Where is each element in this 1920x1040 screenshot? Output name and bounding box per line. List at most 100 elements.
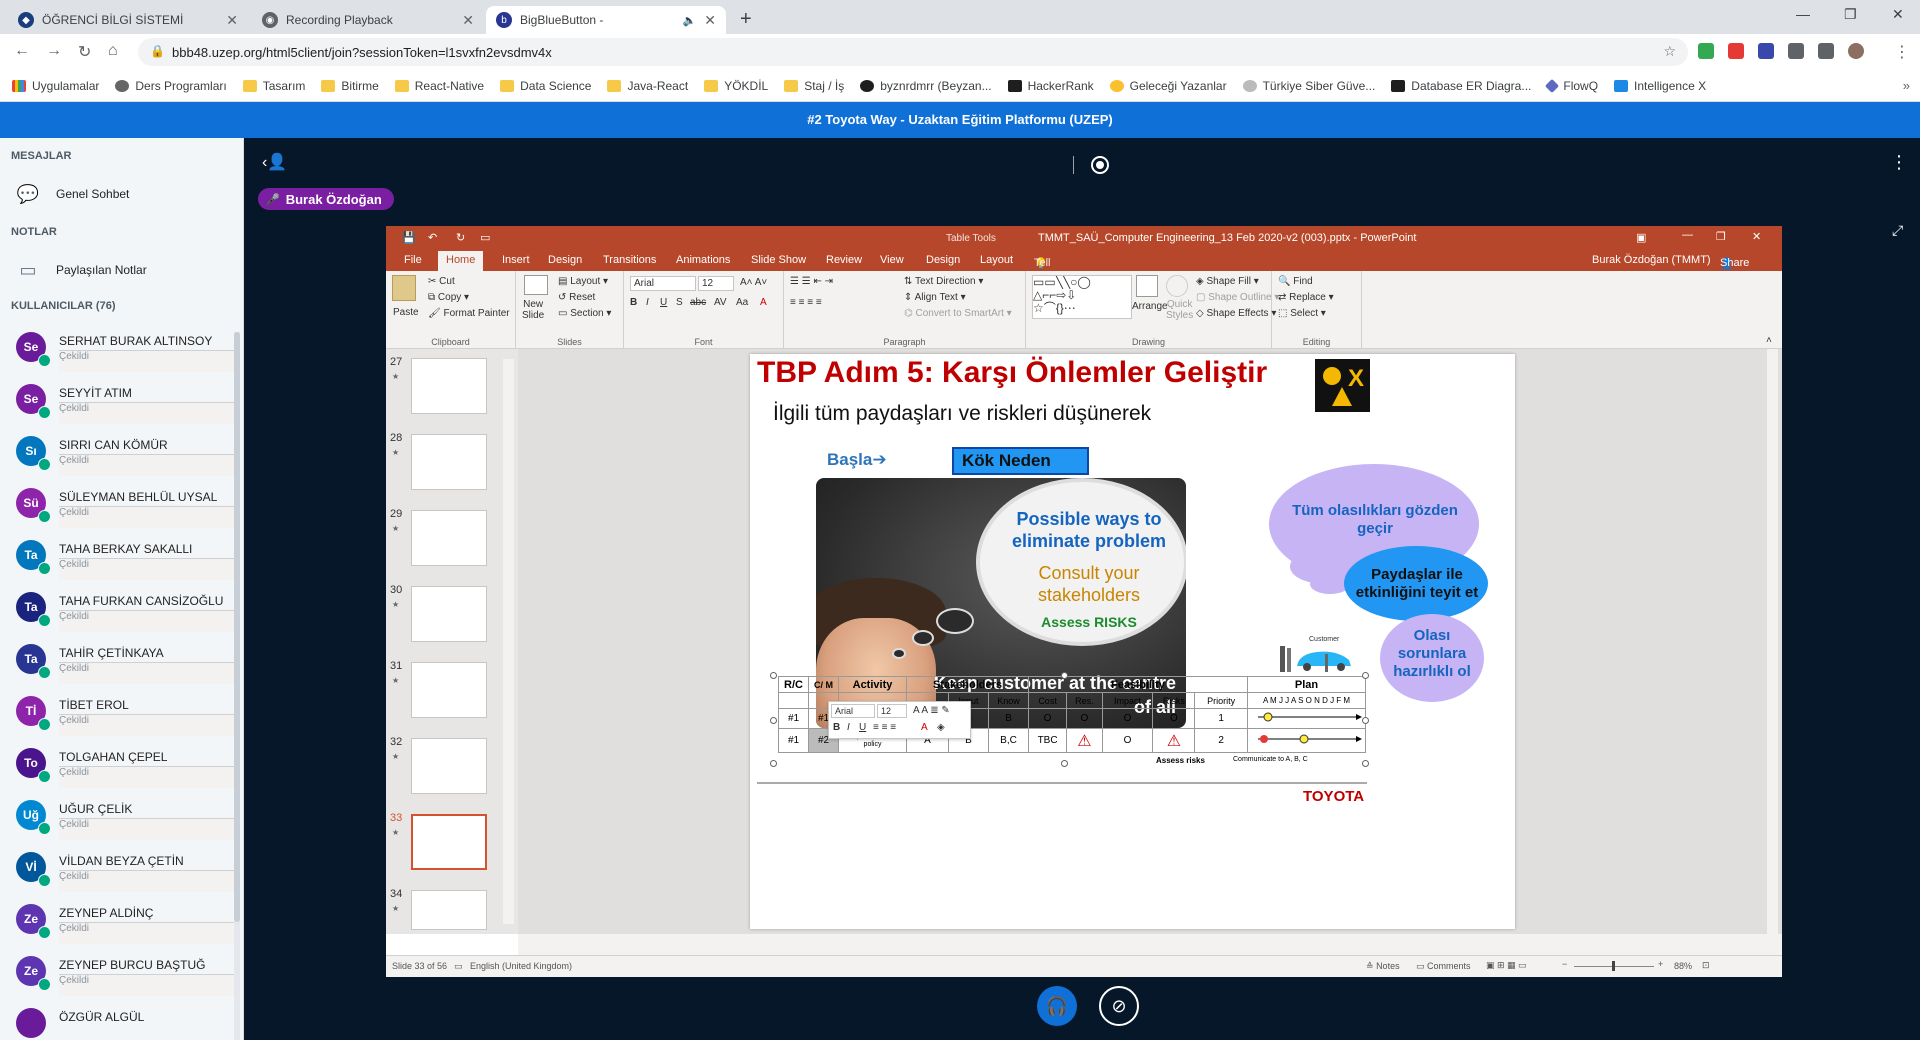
user-list-item[interactable]: Ta TAHA FURKAN CANSİZOĞLU Çekildi (0, 584, 236, 636)
find-button[interactable]: 🔍 Find (1278, 276, 1313, 287)
text-direction-button[interactable]: ⇅ Text Direction ▾ (904, 276, 983, 287)
star-icon[interactable]: ☆ (1663, 43, 1676, 60)
browser-menu-icon[interactable]: ⋮ (1894, 42, 1910, 62)
resize-handle[interactable] (770, 717, 777, 724)
slide-thumbnail[interactable]: 34 ★ (386, 886, 518, 962)
cut-button[interactable]: ✂ Cut (428, 276, 455, 287)
profile-avatar[interactable] (1848, 43, 1864, 59)
resize-handle[interactable] (1362, 717, 1369, 724)
lock-icon[interactable]: 🔒 (150, 44, 165, 58)
user-list-item[interactable]: Se SERHAT BURAK ALTINSOY Çekildi (0, 324, 236, 376)
tab-table-design[interactable]: Design (926, 254, 960, 266)
mini-underline-icon[interactable]: U (859, 722, 866, 733)
user-list-item[interactable]: Ta TAHİR ÇETİNKAYA Çekildi (0, 636, 236, 688)
slide-thumbnail-selected[interactable]: 33 ★ (386, 810, 518, 886)
underline-icon[interactable]: U (660, 297, 667, 308)
align-text-button[interactable]: ⇕ Align Text ▾ (904, 292, 966, 303)
italic-icon[interactable]: I (646, 297, 649, 308)
home-icon[interactable]: ⌂ (108, 42, 118, 60)
user-list-item[interactable]: Sü SÜLEYMAN BEHLÜL UYSAL Çekildi (0, 480, 236, 532)
slide-thumbnail[interactable]: 29 ★ (386, 506, 518, 582)
user-list-item[interactable]: Se SEYYİT ATIM Çekildi (0, 376, 236, 428)
strikethrough-icon[interactable]: abc (690, 297, 706, 308)
notes-button[interactable]: ≙ Notes (1366, 961, 1400, 972)
paste-icon[interactable] (392, 275, 416, 301)
bookmark-intelligence-x[interactable]: Intelligence X (1614, 79, 1706, 93)
copy-button[interactable]: ⧉ Copy ▾ (428, 292, 469, 303)
user-list-item[interactable]: Ze ZEYNEP BURCU BAŞTUĞ Çekildi (0, 948, 236, 1000)
view-buttons[interactable]: ▣ ⊞ ▦ ▭ (1486, 960, 1527, 971)
tab-insert[interactable]: Insert (502, 254, 530, 266)
talking-indicator[interactable]: 🎤 Burak Özdoğan (258, 188, 394, 210)
bookmark-ders[interactable]: Ders Programları (115, 79, 227, 93)
headphones-icon[interactable]: 🎧 (1037, 986, 1077, 1026)
tab-slide-show[interactable]: Slide Show (751, 254, 806, 266)
mini-italic-icon[interactable]: I (847, 722, 850, 733)
spellcheck-icon[interactable]: ▭ (454, 961, 463, 972)
reading-list-icon[interactable] (1818, 43, 1834, 59)
fit-slide-icon[interactable]: ⊡ (1702, 960, 1710, 971)
grow-font-icon[interactable]: A˄ A˅ (740, 277, 767, 288)
bookmarks-more-icon[interactable]: » (1903, 78, 1910, 93)
replace-button[interactable]: ⇄ Replace ▾ (1278, 292, 1334, 303)
restore-icon[interactable]: ❐ (1844, 6, 1857, 23)
user-list-item[interactable]: Ta TAHA BERKAY SAKALLI Çekildi (0, 532, 236, 584)
redo-icon[interactable]: ↻ (456, 231, 465, 244)
ppt-close-icon[interactable]: ✕ (1752, 230, 1761, 243)
resize-handle[interactable] (1362, 672, 1369, 679)
user-list-item[interactable]: To TOLGAHAN ÇEPEL Çekildi (0, 740, 236, 792)
close-window-icon[interactable]: ✕ (1892, 6, 1904, 23)
camera-off-icon[interactable]: ⊘ (1099, 986, 1139, 1026)
undo-icon[interactable]: ↶ (428, 231, 437, 244)
zoom-in-icon[interactable]: + (1658, 959, 1663, 969)
bookmark-react-native[interactable]: React-Native (394, 79, 484, 93)
tab-review[interactable]: Review (826, 254, 862, 266)
new-slide-button[interactable]: New Slide (522, 299, 544, 321)
save-icon[interactable]: 💾 (402, 231, 416, 244)
zoom-slider-thumb[interactable] (1612, 961, 1615, 971)
bookmark-tasarim[interactable]: Tasarım (242, 79, 305, 93)
slide-thumbnail[interactable]: 32 ★ (386, 734, 518, 810)
user-list-scrollbar[interactable] (234, 332, 240, 1040)
speaker-icon[interactable]: 🔈 (683, 14, 697, 27)
options-menu-icon[interactable]: ⋮ (1890, 152, 1908, 173)
shape-effects-button[interactable]: ◇ Shape Effects ▾ (1196, 308, 1276, 319)
minimize-icon[interactable]: — (1796, 6, 1810, 22)
font-size-select[interactable]: 12 (698, 276, 734, 291)
tab-animations[interactable]: Animations (676, 254, 730, 266)
public-chat-item[interactable]: 💬 Genel Sohbet (0, 170, 243, 218)
bookmark-github[interactable]: byznrdmrr (Beyzan... (860, 79, 992, 93)
new-tab-icon[interactable]: + (740, 8, 752, 31)
paste-button[interactable]: Paste (393, 307, 419, 318)
tab-table-layout[interactable]: Layout (980, 254, 1013, 266)
browser-tab-recording[interactable]: ◉ Recording Playback ✕ (252, 6, 484, 34)
bookmark-hackerrank[interactable]: HackerRank (1007, 79, 1094, 93)
slide-thumbnail[interactable]: 30 ★ (386, 582, 518, 658)
section-button[interactable]: ▭ Section ▾ (558, 308, 611, 319)
bookmark-yokdil[interactable]: YÖKDİL (704, 79, 768, 93)
bookmark-siber[interactable]: Türkiye Siber Güve... (1242, 79, 1375, 93)
mini-font-color-icon[interactable]: A (921, 722, 928, 733)
user-list-item[interactable]: Ze ZEYNEP ALDİNÇ Çekildi (0, 896, 236, 948)
convert-smartart-button[interactable]: ⌬ Convert to SmartArt ▾ (904, 308, 1012, 319)
extension-shield-icon[interactable] (1698, 43, 1714, 59)
ppt-user-name[interactable]: Burak Özdoğan (TMMT) (1592, 254, 1711, 266)
font-name-select[interactable]: Arial (630, 276, 696, 291)
slide-thumbnail[interactable]: 28 ★ (386, 430, 518, 506)
ppt-maximize-icon[interactable]: ❐ (1716, 230, 1726, 243)
record-indicator-icon[interactable] (1091, 156, 1109, 174)
bookmark-flowq[interactable]: FlowQ (1545, 78, 1598, 93)
tab-home[interactable]: Home (438, 251, 484, 271)
user-list-item[interactable]: Sı SIRRI CAN KÖMÜR Çekildi (0, 428, 236, 480)
forward-icon[interactable]: → (46, 42, 62, 60)
toggle-userlist-icon[interactable]: ‹👤 (262, 152, 287, 172)
slide-thumbnail[interactable]: 27 ★ (386, 354, 518, 430)
resize-handle[interactable] (770, 672, 777, 679)
thumbnails-scrollbar[interactable] (503, 359, 514, 924)
shape-fill-button[interactable]: ◈ Shape Fill ▾ (1196, 276, 1259, 287)
mini-fill-icon[interactable]: ◈ (937, 722, 945, 733)
layout-button[interactable]: ▤ Layout ▾ (558, 276, 608, 287)
font-color-icon[interactable]: A (760, 297, 767, 308)
mini-size-select[interactable]: 12 (877, 704, 907, 718)
reset-button[interactable]: ↺ Reset (558, 292, 595, 303)
